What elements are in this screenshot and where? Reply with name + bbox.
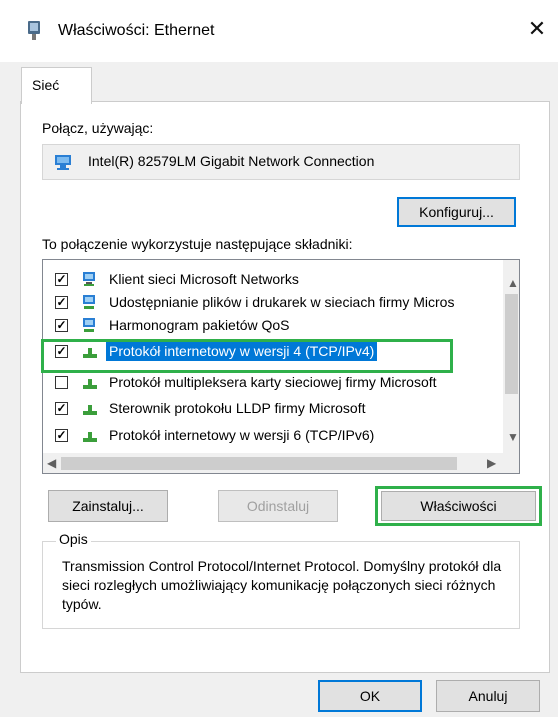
scroll-right-icon[interactable]: ▶ (487, 456, 496, 470)
item-label: Sterownik protokołu LLDP firmy Microsoft (109, 400, 366, 416)
window-title: Właściwości: Ethernet (58, 22, 215, 39)
adapter-name: Intel(R) 82579LM Gigabit Network Connect… (88, 153, 375, 169)
uninstall-button: Odinstaluj (218, 490, 338, 522)
list-item[interactable]: Udostępnianie plików i drukarek w siecia… (43, 291, 501, 314)
description-label: Opis (56, 531, 91, 547)
list-item[interactable]: Sterownik protokołu LLDP firmy Microsoft (43, 397, 501, 420)
scroll-left-icon[interactable]: ◀ (47, 456, 56, 470)
item-label: Protokół multipleksera karty sieciowej f… (109, 374, 437, 390)
ok-button[interactable]: OK (318, 680, 422, 712)
protocol-icon (81, 373, 99, 391)
network-client-icon (81, 270, 99, 288)
protocol-icon (81, 426, 99, 444)
install-button[interactable]: Zainstaluj... (48, 490, 168, 522)
checkbox[interactable] (55, 402, 68, 415)
list-item[interactable]: Protokół multipleksera karty sieciowej f… (43, 371, 501, 394)
close-icon[interactable]: ✕ (524, 16, 550, 42)
network-adapter-icon (26, 20, 42, 42)
file-sharing-icon (81, 293, 99, 311)
horizontal-scroll-thumb[interactable] (61, 457, 457, 470)
list-item[interactable]: Protokół internetowy w wersji 6 (TCP/IPv… (43, 424, 501, 447)
checkbox[interactable] (55, 429, 68, 442)
properties-button[interactable]: Właściwości (381, 491, 536, 521)
item-label: Protokół internetowy w wersji 6 (TCP/IPv… (109, 427, 375, 443)
item-label: Harmonogram pakietów QoS (109, 317, 290, 333)
checkbox[interactable] (55, 273, 68, 286)
scroll-up-icon[interactable]: ▲ (507, 276, 519, 290)
item-label: Klient sieci Microsoft Networks (109, 271, 299, 287)
protocol-icon (81, 399, 99, 417)
configure-button[interactable]: Konfiguruj... (397, 197, 516, 227)
scroll-down-icon[interactable]: ▼ (507, 430, 519, 444)
cancel-button[interactable]: Anuluj (436, 680, 540, 712)
description-text: Transmission Control Protocol/Internet P… (62, 558, 502, 612)
tab-label: Sieć (32, 77, 60, 93)
connect-using-label: Połącz, używając: (42, 120, 154, 136)
tab-network[interactable]: Sieć (21, 67, 92, 104)
adapter-field: Intel(R) 82579LM Gigabit Network Connect… (42, 144, 520, 180)
list-item[interactable]: Harmonogram pakietów QoS (43, 314, 501, 337)
vertical-scroll-thumb[interactable] (505, 294, 518, 394)
checkbox[interactable] (55, 376, 68, 389)
highlight-box-ipv4 (41, 339, 453, 373)
network-card-icon (54, 153, 74, 171)
list-item[interactable]: Klient sieci Microsoft Networks (43, 268, 501, 291)
components-label: To połączenie wykorzystuje następujące s… (42, 236, 353, 252)
item-label: Udostępnianie plików i drukarek w siecia… (109, 294, 455, 310)
qos-scheduler-icon (81, 316, 99, 334)
checkbox[interactable] (55, 296, 68, 309)
checkbox[interactable] (55, 319, 68, 332)
